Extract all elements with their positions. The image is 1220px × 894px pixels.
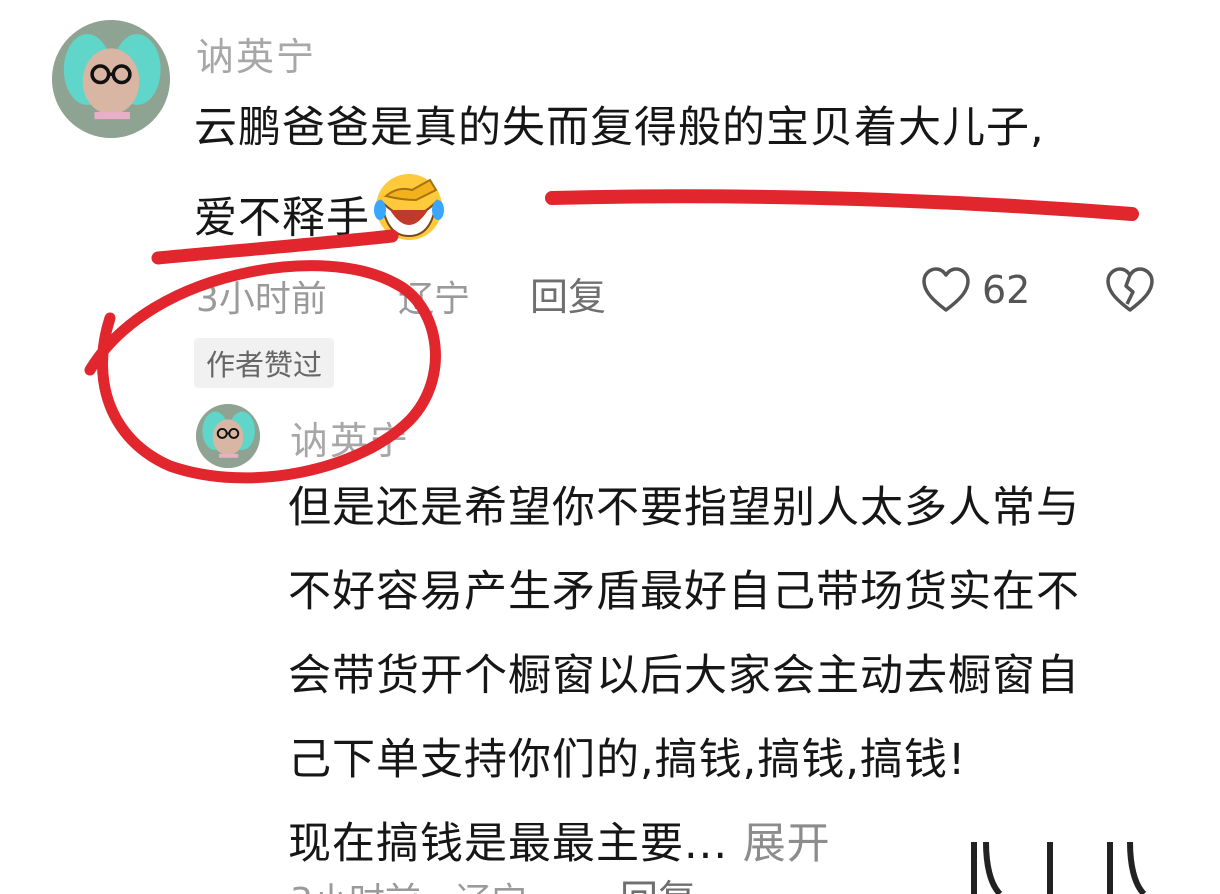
comment-text-line1: 云鹏爸爸是真的失而复得般的宝贝着大儿子, bbox=[194, 103, 1045, 153]
bottom-action-icons bbox=[971, 841, 1147, 894]
reply-text-line: 己下单支持你们的,搞钱,搞钱,搞钱! bbox=[288, 735, 967, 785]
expand-button[interactable]: 展开 bbox=[743, 819, 831, 869]
reply-truncated-text: 现在搞钱是最最主要... bbox=[288, 819, 729, 869]
like-heart-icon[interactable] bbox=[920, 264, 972, 316]
reply-meta: 3小时前 · 辽宁 bbox=[290, 872, 527, 894]
comment-text: 云鹏爸爸是真的失而复得般的宝贝着大儿子, 爱不释手 bbox=[194, 86, 1174, 272]
comment-username[interactable]: 讷英宁 bbox=[196, 26, 316, 81]
reply-text: 但是还是希望你不要指望别人太多人常与 不好容易产生矛盾最好自己带场货实在不 会带… bbox=[288, 466, 1188, 886]
reply-button[interactable]: 回复 bbox=[530, 266, 606, 321]
avatar-image bbox=[52, 20, 170, 138]
avatar[interactable] bbox=[52, 20, 170, 138]
reply-avatar-image bbox=[196, 404, 260, 468]
comment-text-line2: 爱不释手 bbox=[194, 193, 370, 244]
reply-avatar[interactable] bbox=[196, 404, 260, 468]
comment-location: 辽宁 bbox=[398, 279, 471, 320]
broken-heart-icon[interactable] bbox=[1104, 264, 1156, 316]
reply-text-line: 不好容易产生矛盾最好自己带场货实在不 bbox=[288, 567, 1080, 617]
laughing-crying-emoji-icon bbox=[372, 170, 446, 272]
reply-text-line: 但是还是希望你不要指望别人太多人常与 bbox=[288, 483, 1080, 533]
reply-reply-button[interactable]: 回复 bbox=[620, 868, 696, 894]
comment-time: 3小时前 bbox=[196, 279, 327, 320]
reply-username[interactable]: 讷英宁 bbox=[290, 410, 410, 465]
author-liked-badge: 作者赞过 bbox=[194, 338, 335, 388]
reply-text-line: 会带货开个橱窗以后大家会主动去橱窗自 bbox=[288, 651, 1080, 701]
like-count: 62 bbox=[982, 268, 1031, 312]
